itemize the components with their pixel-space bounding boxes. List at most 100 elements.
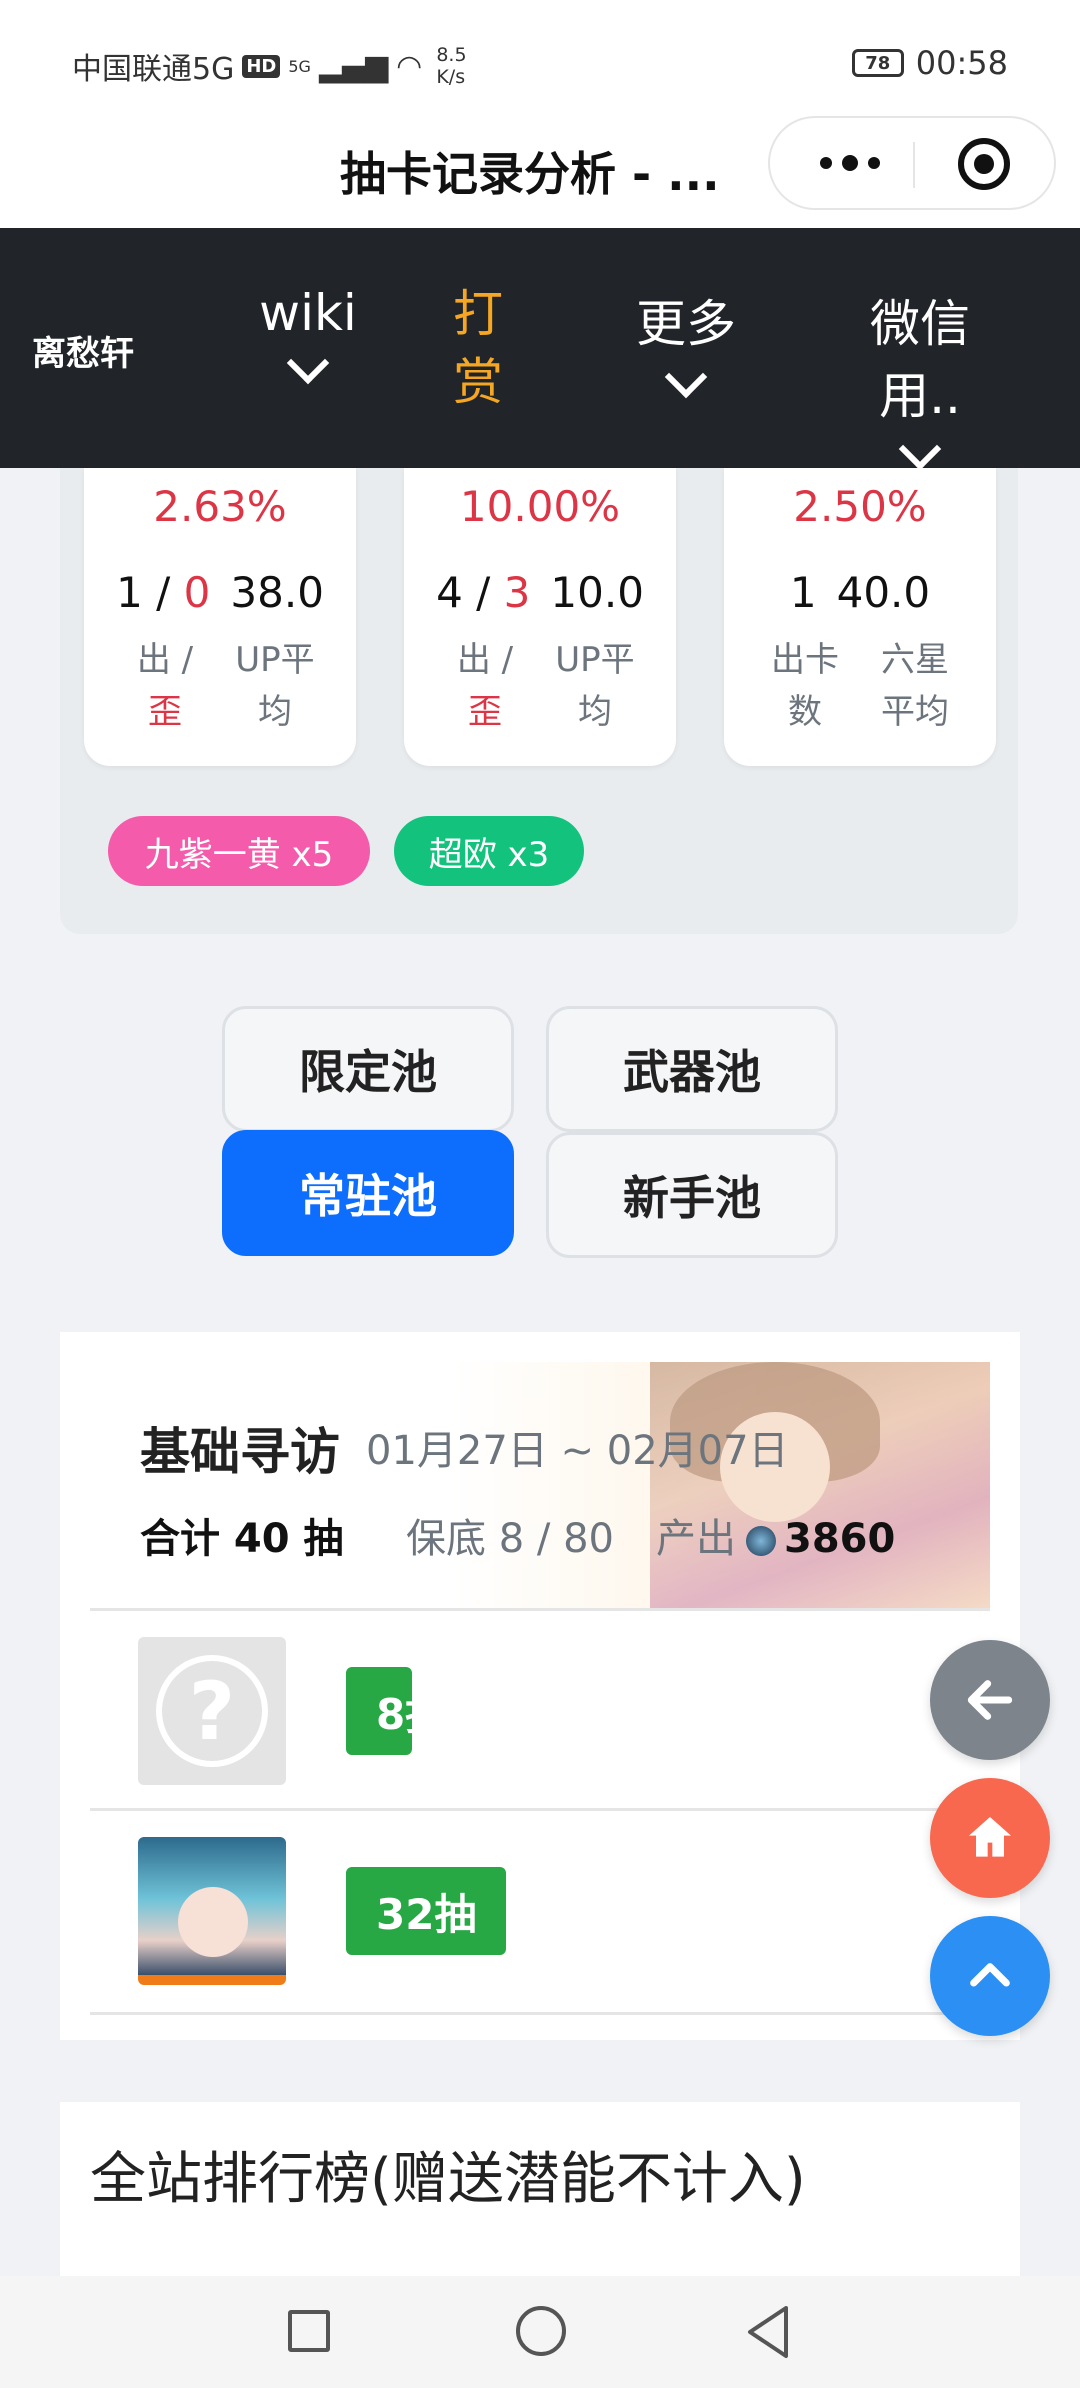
- operator-avatar: [138, 1837, 286, 1985]
- capsule-divider: [913, 142, 915, 188]
- nav-item-wiki[interactable]: wiki: [238, 284, 378, 385]
- carrier-label: 中国联通5G: [72, 52, 235, 87]
- close-program-button[interactable]: [958, 138, 1010, 190]
- stat-label: 均: [258, 692, 292, 732]
- back-system-button[interactable]: [744, 2304, 792, 2360]
- nav-item-label: 微信用..: [870, 295, 970, 425]
- ranking-card: 全站排行榜(赠送潜能不计入): [60, 2102, 1020, 2292]
- nav-item-more[interactable]: 更多: [616, 284, 756, 399]
- stat-percentage: 2.50%: [793, 482, 927, 531]
- stat-average: 10.0: [550, 568, 644, 617]
- stat-label: 歪: [468, 692, 502, 732]
- dot-icon: [868, 157, 880, 169]
- pull-record-row[interactable]: ? 8抽: [90, 1608, 990, 1808]
- pool-weapon-button[interactable]: 武器池: [546, 1006, 838, 1132]
- signal-bars-icon: ▂▄▆: [318, 48, 389, 84]
- stat-off-count: 0: [183, 568, 211, 617]
- chevron-down-icon: [664, 355, 708, 399]
- recent-apps-button[interactable]: [288, 2310, 330, 2352]
- dot-icon: [820, 157, 832, 169]
- stat-label: UP平: [235, 640, 315, 680]
- pool-name: 基础寻访: [140, 1423, 340, 1481]
- record-header: 基础寻访 01月27日 ~ 02月07日 合计 40 抽 保底 8 / 80 产…: [90, 1362, 990, 1608]
- pull-record-card: 基础寻访 01月27日 ~ 02月07日 合计 40 抽 保底 8 / 80 产…: [60, 1332, 1020, 2040]
- stat-count: 1 /: [116, 568, 171, 617]
- speed-value: 8.5: [436, 44, 467, 66]
- pull-count-tag: 8抽: [346, 1667, 412, 1755]
- scroll-top-button[interactable]: [930, 1916, 1050, 2036]
- pool-beginner-button[interactable]: 新手池: [546, 1132, 838, 1258]
- status-left: 中国联通5G HD 5G ▂▄▆ ◠ 8.5 K/s: [72, 44, 467, 88]
- capsule-menu: [768, 116, 1056, 210]
- chevron-down-icon: [286, 341, 330, 385]
- status-bar: 中国联通5G HD 5G ▂▄▆ ◠ 8.5 K/s 78 00:58: [0, 0, 1080, 120]
- achievement-badge: 超欧 x3: [394, 816, 584, 886]
- stat-label: 数: [788, 692, 822, 732]
- nav-item-label: wiki: [259, 284, 357, 342]
- output-label: 产出: [656, 1516, 736, 1562]
- more-options-button[interactable]: [810, 140, 890, 186]
- achievement-badge: 九紫一黄 x5: [108, 816, 370, 886]
- stat-values: 1 40.0: [724, 568, 996, 617]
- page-title: 抽卡记录分析 - ...: [340, 147, 720, 201]
- pull-count-tag: 32抽: [346, 1867, 507, 1955]
- gem-icon: [746, 1526, 776, 1556]
- stat-label: 出 /: [136, 640, 194, 680]
- dot-icon: [842, 155, 858, 171]
- unknown-operator-avatar: ?: [138, 1637, 286, 1785]
- home-system-button[interactable]: [516, 2306, 566, 2356]
- home-button[interactable]: [930, 1778, 1050, 1898]
- back-button[interactable]: [930, 1640, 1050, 1760]
- brand-logo-text[interactable]: 离愁轩: [32, 326, 134, 375]
- stat-count: 4 /: [436, 568, 491, 617]
- pull-record-row[interactable]: 32抽: [90, 1808, 990, 2008]
- status-right: 78 00:58: [851, 44, 1008, 82]
- stat-labels: 出 / 歪 UP平均: [404, 634, 676, 738]
- stat-card-up: 2.63% 1 / 0 38.0 出 / 歪 UP平均: [84, 468, 356, 766]
- pool-limited-button[interactable]: 限定池: [222, 1006, 514, 1132]
- signal-icon: 5G: [288, 56, 311, 76]
- nav-item-label: 打: [453, 285, 503, 343]
- arrow-left-icon: [967, 1680, 1013, 1720]
- row-divider: [90, 2012, 990, 2015]
- stat-average: 38.0: [230, 568, 324, 617]
- top-navbar: 离愁轩 wiki 打 赏 更多 微信用..: [0, 228, 1080, 471]
- stat-values: 1 / 0 38.0: [84, 568, 356, 617]
- stat-label: UP平: [555, 640, 635, 680]
- stat-percentage: 10.00%: [459, 482, 621, 531]
- nav-item-label: 更多: [636, 295, 736, 353]
- nav-item-reward[interactable]: 打 赏: [448, 280, 508, 416]
- network-speed: 8.5 K/s: [436, 44, 466, 88]
- stat-label: 平均: [881, 692, 949, 732]
- question-mark-icon: ?: [156, 1655, 268, 1767]
- stat-off-count: 3: [503, 568, 531, 617]
- total-pulls: 合计 40 抽: [140, 1516, 344, 1562]
- nav-item-wechat-user[interactable]: 微信用..: [830, 284, 1010, 471]
- pool-standard-button[interactable]: 常驻池: [222, 1130, 514, 1256]
- wifi-icon: ◠: [396, 48, 423, 84]
- stat-label: 出卡: [771, 640, 839, 680]
- character-banner-art: [650, 1362, 990, 1608]
- stat-values: 4 / 3 10.0: [404, 568, 676, 617]
- chevron-up-icon: [970, 1963, 1010, 1987]
- chevron-down-icon: [898, 427, 942, 471]
- stat-labels: 出 / 歪 UP平均: [84, 634, 356, 738]
- system-nav-bar: [0, 2276, 1080, 2388]
- clock: 00:58: [915, 44, 1008, 82]
- speed-unit: K/s: [436, 66, 466, 88]
- stat-card-six-star: 2.50% 1 40.0 出卡数 六星 平均: [724, 468, 996, 766]
- output-value: 3860: [784, 1516, 896, 1562]
- pity-counter: 保底 8 / 80: [406, 1516, 614, 1562]
- nav-item-label: 赏: [453, 353, 503, 411]
- ranking-title: 全站排行榜(赠送潜能不计入): [90, 2147, 806, 2212]
- output-summary: 产出 3860: [656, 1506, 895, 1564]
- battery-icon: 78: [851, 49, 904, 77]
- stat-average: 40.0: [836, 568, 931, 617]
- avatar-face: [178, 1887, 248, 1957]
- stat-percentage: 2.63%: [153, 482, 287, 531]
- stat-card-weapon: 10.00% 4 / 3 10.0 出 / 歪 UP平均: [404, 468, 676, 766]
- pool-date-range: 01月27日 ~ 02月07日: [366, 1428, 789, 1474]
- home-icon: [969, 1817, 1011, 1857]
- stat-label: 出 /: [456, 640, 514, 680]
- stat-count: 1: [789, 568, 817, 617]
